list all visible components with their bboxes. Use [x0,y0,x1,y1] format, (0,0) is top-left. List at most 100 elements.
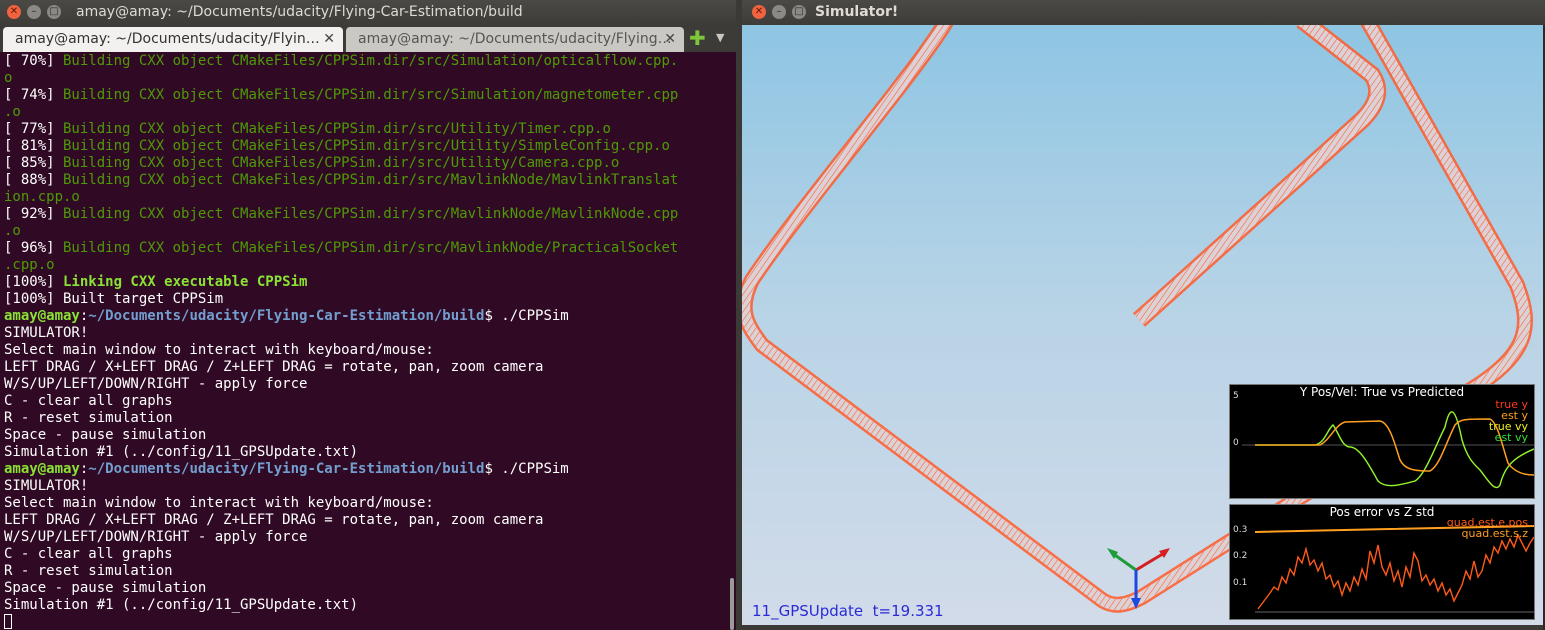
build-message: Building CXX object CMakeFiles/CPPSim.di… [54,172,679,188]
tab-terminal-1[interactable]: amay@amay: ~/Documents/udacity/Flyin… ✕ [3,27,343,52]
prompt-user: amay@amay [4,461,80,477]
output-text: SIMULATOR! [4,325,89,341]
output-text: Simulation #1 (../config/11_GPSUpdate.tx… [4,444,359,460]
build-percent: [ 92%] [4,206,55,222]
scenario-status: 11_GPSUpdate t=19.331 [752,602,944,620]
simulator-window[interactable]: ✕ – □ Simulator! 11_GPSUpdate t=19.331 Y… [742,0,1545,630]
terminal-line: C - clear all graphs [4,393,724,410]
tab-label: amay@amay: ~/Documents/udacity/Flying… [358,31,672,47]
maximize-icon[interactable]: □ [792,5,806,19]
terminal-titlebar[interactable]: ✕ – □ amay@amay: ~/Documents/udacity/Fly… [0,0,736,25]
simulator-title: Simulator! [815,4,899,20]
terminal-line: SIMULATOR! [4,325,724,342]
terminal-line: Simulation #1 (../config/11_GPSUpdate.tx… [4,597,724,614]
terminal-title: amay@amay: ~/Documents/udacity/Flying-Ca… [76,4,523,20]
legend-item: quad.est.s.z [1461,527,1528,540]
close-icon[interactable]: ✕ [752,5,766,19]
prompt-path: ~/Documents/udacity/Flying-Car-Estimatio… [88,461,485,477]
build-percent: [ 77%] [4,121,55,137]
output-text: Select main window to interact with keyb… [4,495,434,511]
tab-label: amay@amay: ~/Documents/udacity/Flyin… [15,31,320,47]
prompt-command: $ ./CPPSim [484,308,569,324]
output-text: W/S/UP/LEFT/DOWN/RIGHT - apply force [4,529,308,545]
text-cursor [4,614,12,629]
minimize-icon[interactable]: – [772,5,786,19]
terminal-line: Simulation #1 (../config/11_GPSUpdate.tx… [4,444,724,461]
output-text: SIMULATOR! [4,478,89,494]
output-text: R - reset simulation [4,410,173,426]
prompt-path: ~/Documents/udacity/Flying-Car-Estimatio… [88,308,485,324]
terminal-line: ion.cpp.o [4,189,724,206]
graph-pos-error[interactable]: Pos error vs Z std 0.3 0.2 0.1 quad.est.… [1229,504,1535,620]
chevron-down-icon[interactable]: ▼ [716,31,724,44]
terminal-window[interactable]: ✕ – □ amay@amay: ~/Documents/udacity/Fly… [0,0,736,630]
terminal-line: W/S/UP/LEFT/DOWN/RIGHT - apply force [4,529,724,546]
output-text: W/S/UP/LEFT/DOWN/RIGHT - apply force [4,376,308,392]
output-text: Space - pause simulation [4,580,207,596]
graph-legend: true y est y true vy est vy [1489,399,1528,443]
terminal-line: o [4,70,724,87]
terminal-line: [ 70%] Building CXX object CMakeFiles/CP… [4,53,724,70]
link-message: Linking CXX executable CPPSim [54,274,308,290]
maximize-icon[interactable]: □ [47,5,61,19]
build-message: .o [4,223,21,239]
prompt-user: amay@amay [4,308,80,324]
close-icon[interactable]: ✕ [7,5,21,19]
build-message: .cpp.o [4,257,55,273]
terminal-output[interactable]: [ 70%] Building CXX object CMakeFiles/CP… [4,53,724,630]
minimize-icon[interactable]: – [27,5,41,19]
close-icon[interactable]: ✕ [323,27,335,51]
build-message: Building CXX object CMakeFiles/CPPSim.di… [54,138,670,154]
build-message: .o [4,104,21,120]
tab-terminal-2[interactable]: amay@amay: ~/Documents/udacity/Flying… ✕ [346,27,684,52]
simulator-titlebar[interactable]: ✕ – □ Simulator! [742,0,1545,25]
output-text: Space - pause simulation [4,427,207,443]
close-icon[interactable]: ✕ [664,27,676,51]
terminal-line: [ 96%] Building CXX object CMakeFiles/CP… [4,240,724,257]
build-percent: [ 96%] [4,240,55,256]
output-text: LEFT DRAG / X+LEFT DRAG / Z+LEFT DRAG = … [4,359,544,375]
terminal-line: .o [4,104,724,121]
pos-error-line [1257,533,1534,610]
build-message: Building CXX object CMakeFiles/CPPSim.di… [54,53,679,69]
terminal-line: [100%] Built target CPPSim [4,291,724,308]
output-text: Select main window to interact with keyb… [4,342,434,358]
build-message: Building CXX object CMakeFiles/CPPSim.di… [54,240,679,256]
terminal-line: LEFT DRAG / X+LEFT DRAG / Z+LEFT DRAG = … [4,512,724,529]
terminal-line: amay@amay:~/Documents/udacity/Flying-Car… [4,461,724,478]
build-percent: [ 88%] [4,172,55,188]
add-tab-icon[interactable]: ✚ [689,27,706,49]
output-text: LEFT DRAG / X+LEFT DRAG / Z+LEFT DRAG = … [4,512,544,528]
legend-item: est vy [1494,431,1528,444]
output-text: C - clear all graphs [4,393,173,409]
terminal-line: [ 81%] Building CXX object CMakeFiles/CP… [4,138,724,155]
build-message: Building CXX object CMakeFiles/CPPSim.di… [54,87,679,103]
scenario-name: 11_GPSUpdate [752,602,864,620]
build-message: Building CXX object CMakeFiles/CPPSim.di… [54,121,611,137]
terminal-line: [ 77%] Building CXX object CMakeFiles/CP… [4,121,724,138]
build-percent: [ 85%] [4,155,55,171]
output-text: R - reset simulation [4,563,173,579]
terminal-line: W/S/UP/LEFT/DOWN/RIGHT - apply force [4,376,724,393]
build-percent: [ 74%] [4,87,55,103]
build-message: Building CXX object CMakeFiles/CPPSim.di… [54,155,620,171]
terminal-line: amay@amay:~/Documents/udacity/Flying-Car… [4,308,724,325]
output-text: Simulation #1 (../config/11_GPSUpdate.tx… [4,597,359,613]
build-percent: [100%] [4,274,55,290]
output-text: [100%] Built target CPPSim [4,291,224,307]
terminal-line: [ 88%] Building CXX object CMakeFiles/CP… [4,172,724,189]
terminal-line: .o [4,223,724,240]
build-percent: [ 81%] [4,138,55,154]
terminal-line: [100%] Linking CXX executable CPPSim [4,274,724,291]
terminal-line: [ 85%] Building CXX object CMakeFiles/CP… [4,155,724,172]
terminal-line: R - reset simulation [4,410,724,427]
terminal-line: .cpp.o [4,257,724,274]
terminal-scrollbar[interactable] [730,578,734,630]
terminal-line: R - reset simulation [4,563,724,580]
simulator-viewport[interactable]: 11_GPSUpdate t=19.331 Y Pos/Vel: True vs… [742,25,1543,625]
terminal-line: [ 92%] Building CXX object CMakeFiles/CP… [4,206,724,223]
graph-y-pos-vel[interactable]: Y Pos/Vel: True vs Predicted 5 0 true y … [1229,384,1535,499]
build-message: ion.cpp.o [4,189,80,205]
graph-legend: quad.est.e.pos quad.est.s.z [1447,517,1528,539]
sim-time: t=19.331 [872,602,944,620]
